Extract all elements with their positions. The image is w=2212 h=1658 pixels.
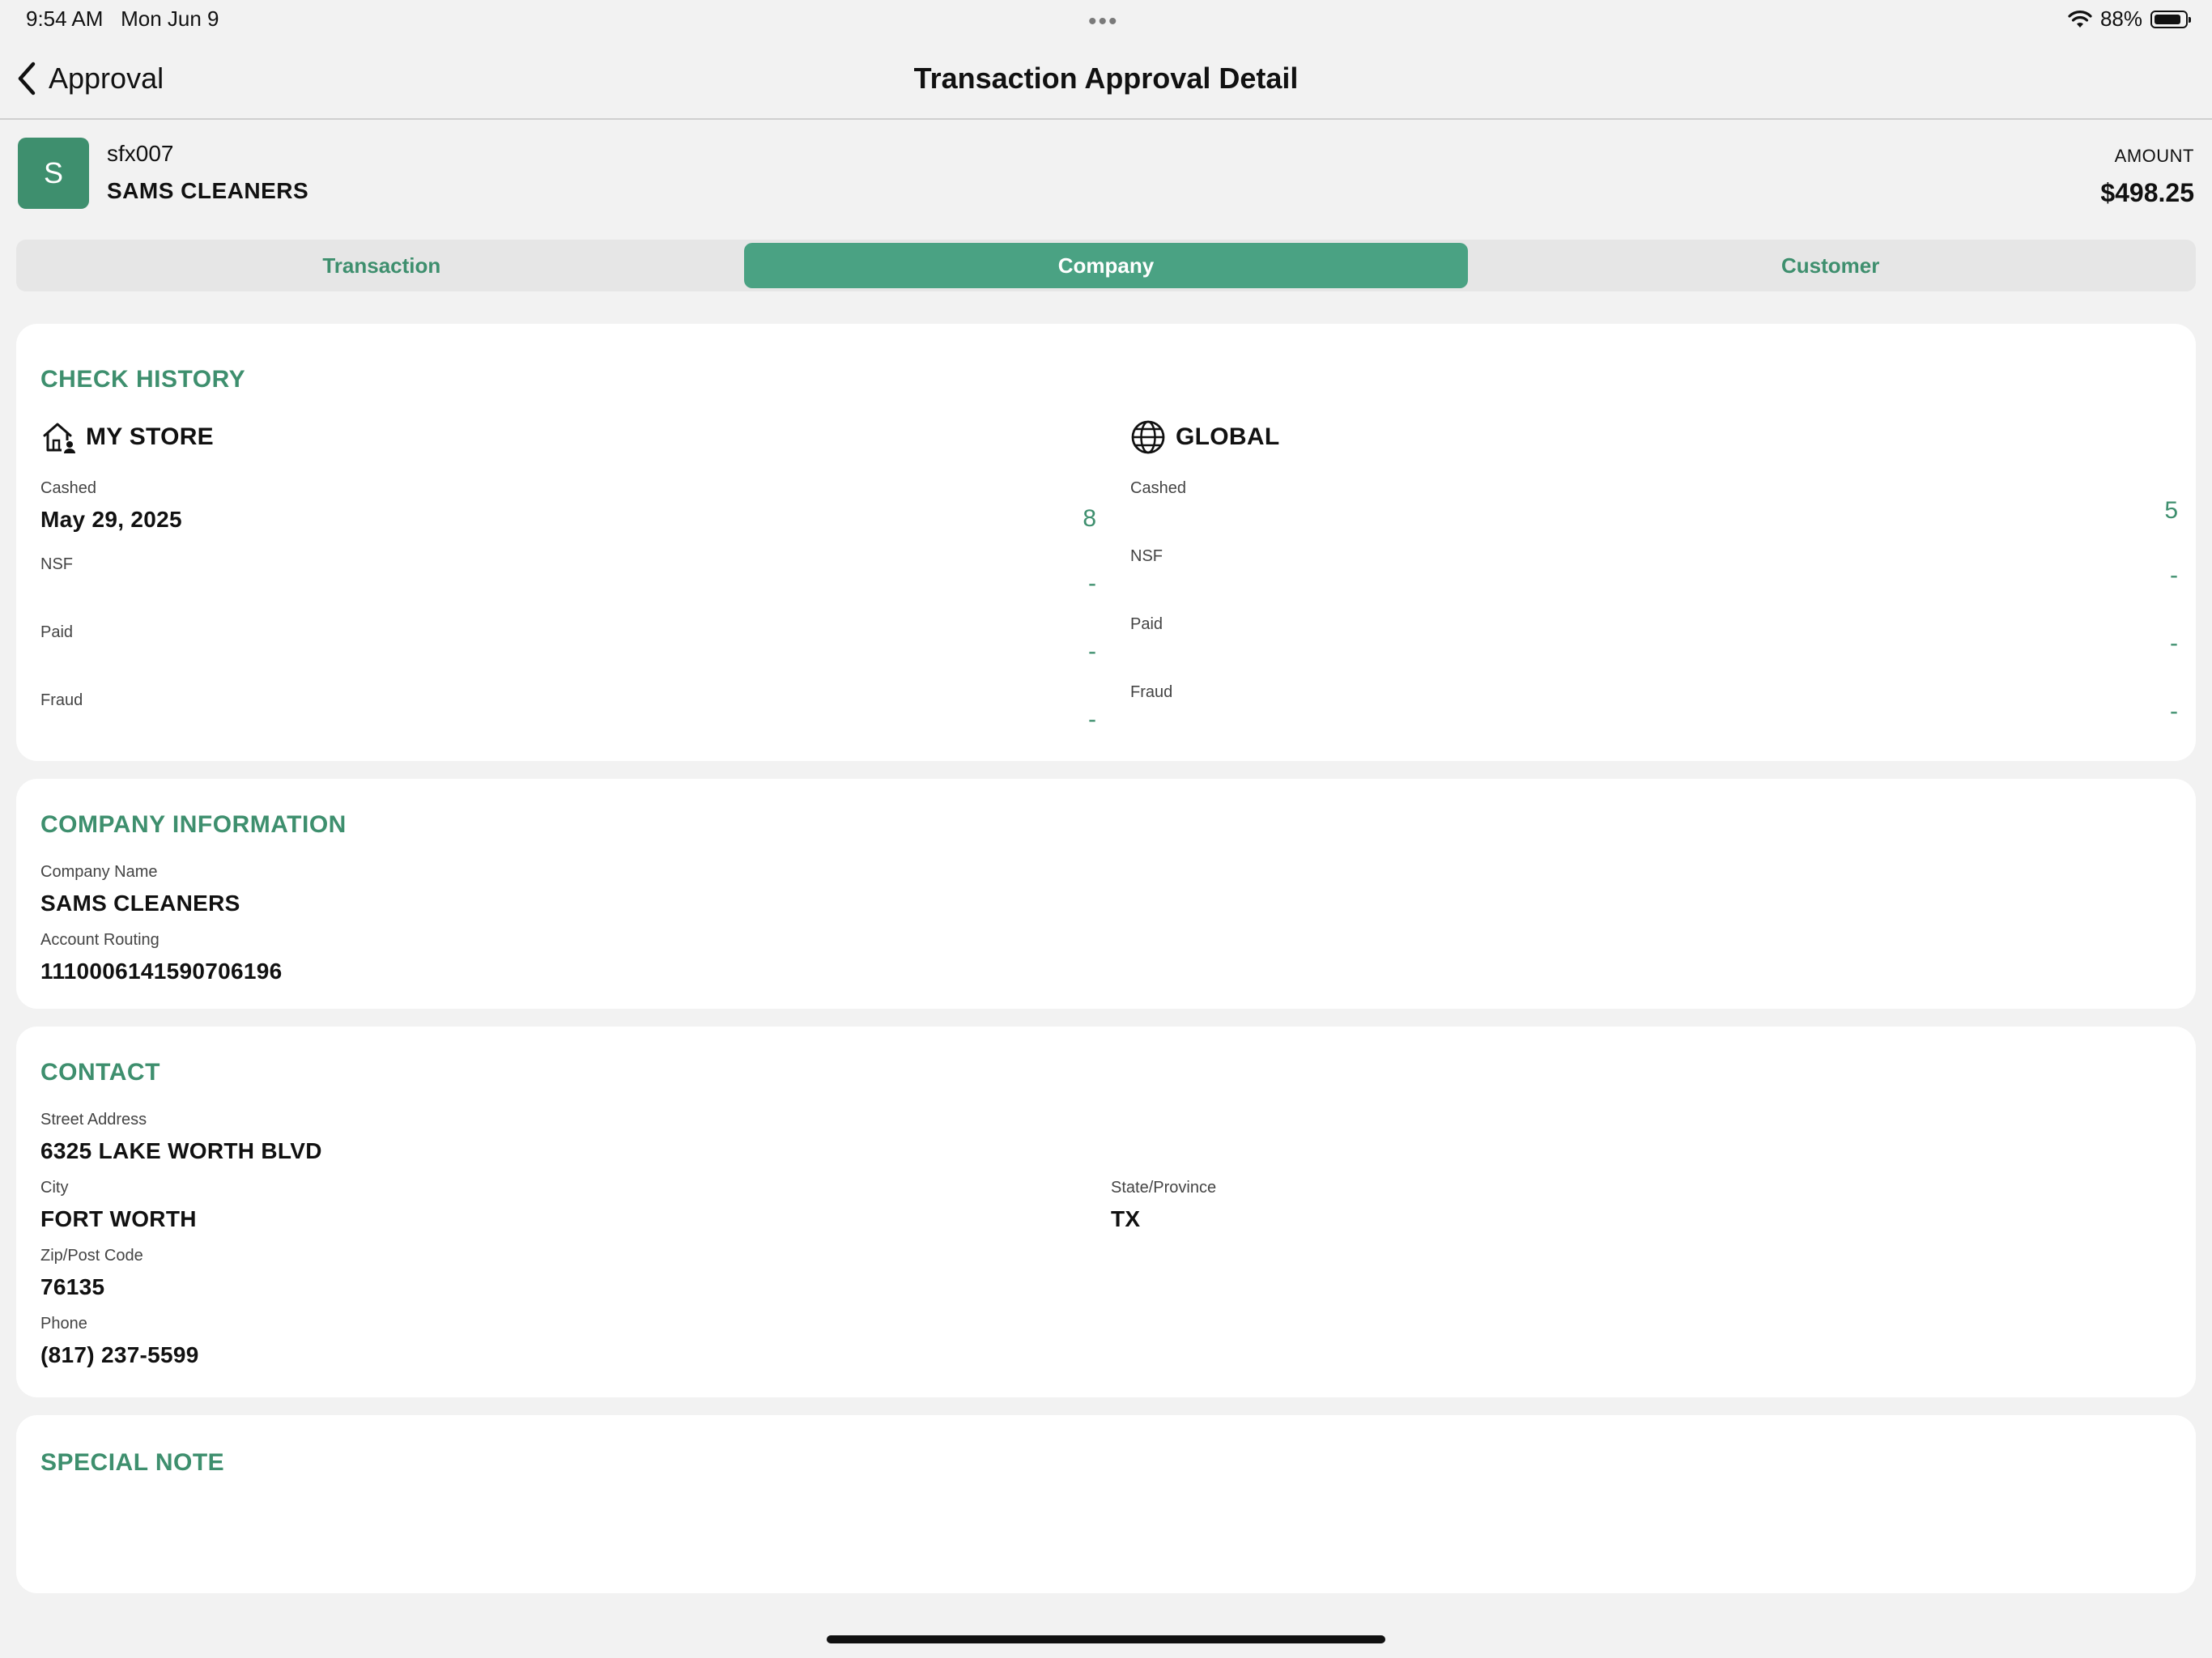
account-routing-value: 1110006141590706196 — [40, 959, 283, 984]
status-time: 9:54 AM Mon Jun 9 — [26, 6, 219, 32]
home-indicator[interactable] — [827, 1635, 1385, 1643]
contact-title: CONTACT — [40, 1059, 160, 1086]
my-store-title: MY STORE — [86, 423, 214, 450]
segmented-control: Transaction Company Customer — [16, 240, 2196, 291]
my-store-fraud-value: - — [1088, 706, 1096, 733]
company-name-label: Company Name — [40, 863, 158, 881]
global-fraud-label: Fraud — [1130, 683, 1173, 701]
status-date-text: Mon Jun 9 — [121, 6, 219, 31]
page-title: Transaction Approval Detail — [913, 62, 1299, 95]
check-history-card: CHECK HISTORY MY STORE Cashed May 29, 20… — [16, 324, 2196, 761]
zip-code-label: Zip/Post Code — [40, 1247, 143, 1265]
multitasking-dots[interactable]: ••• — [1088, 8, 1119, 36]
zip-code-value: 76135 — [40, 1274, 105, 1299]
avatar: S — [18, 138, 89, 209]
account-routing-label: Account Routing — [40, 931, 160, 949]
my-store-paid-label: Paid — [40, 623, 74, 641]
special-note-card: SPECIAL NOTE — [16, 1415, 2196, 1593]
state-province-value: TX — [1111, 1206, 1141, 1231]
company-name-header: SAMS CLEANERS — [107, 178, 309, 203]
global-cashed-count: 5 — [2164, 497, 2178, 524]
company-name-value: SAMS CLEANERS — [40, 891, 240, 916]
my-store-cashed-label: Cashed — [40, 479, 96, 497]
global-header: GLOBAL — [1130, 419, 1279, 455]
tab-company[interactable]: Company — [743, 243, 1469, 288]
store-icon — [43, 423, 75, 453]
street-address-label: Street Address — [40, 1111, 147, 1129]
check-history-title: CHECK HISTORY — [40, 366, 246, 393]
status-time-text: 9:54 AM — [26, 6, 104, 31]
contact-card: CONTACT Street Address 6325 LAKE WORTH B… — [16, 1027, 2196, 1397]
company-id: sfx007 — [107, 141, 174, 166]
company-information-title: COMPANY INFORMATION — [40, 811, 347, 838]
my-store-paid-value: - — [1088, 638, 1096, 665]
wifi-icon — [2068, 10, 2092, 28]
battery-percent: 88% — [2099, 6, 2142, 31]
global-nsf-label: NSF — [1130, 547, 1163, 565]
my-store-header: MY STORE — [40, 419, 214, 455]
company-information-card: COMPANY INFORMATION Company Name SAMS CL… — [16, 779, 2196, 1009]
my-store-nsf-label: NSF — [40, 555, 73, 573]
state-province-label: State/Province — [1111, 1179, 1217, 1197]
global-nsf-value: - — [2170, 562, 2178, 589]
global-paid-label: Paid — [1130, 615, 1163, 633]
my-store-cashed-count: 8 — [1083, 505, 1096, 532]
city-value: FORT WORTH — [40, 1206, 197, 1231]
amount-value: $498.25 — [2100, 178, 2194, 207]
global-title: GLOBAL — [1176, 423, 1280, 450]
city-label: City — [40, 1179, 69, 1197]
global-paid-value: - — [2170, 630, 2178, 657]
global-cashed-label: Cashed — [1130, 479, 1186, 497]
navigation-bar: Approval Transaction Approval Detail — [0, 44, 2212, 120]
tab-customer[interactable]: Customer — [1468, 243, 2193, 288]
my-store-nsf-value: - — [1088, 570, 1096, 597]
phone-label: Phone — [40, 1315, 87, 1333]
my-store-fraud-label: Fraud — [40, 691, 83, 709]
global-fraud-value: - — [2170, 698, 2178, 725]
tab-transaction[interactable]: Transaction — [19, 243, 744, 288]
status-indicators: 88% — [2068, 6, 2191, 32]
my-store-cashed-date: May 29, 2025 — [40, 507, 182, 532]
amount-label: AMOUNT — [2114, 146, 2194, 166]
special-note-title: SPECIAL NOTE — [40, 1449, 225, 1476]
battery-fill — [2155, 14, 2180, 24]
battery-icon — [2150, 10, 2191, 28]
street-address-value: 6325 LAKE WORTH BLVD — [40, 1138, 322, 1163]
globe-icon — [1131, 420, 1165, 454]
phone-value[interactable]: (817) 237-5599 — [40, 1342, 199, 1368]
